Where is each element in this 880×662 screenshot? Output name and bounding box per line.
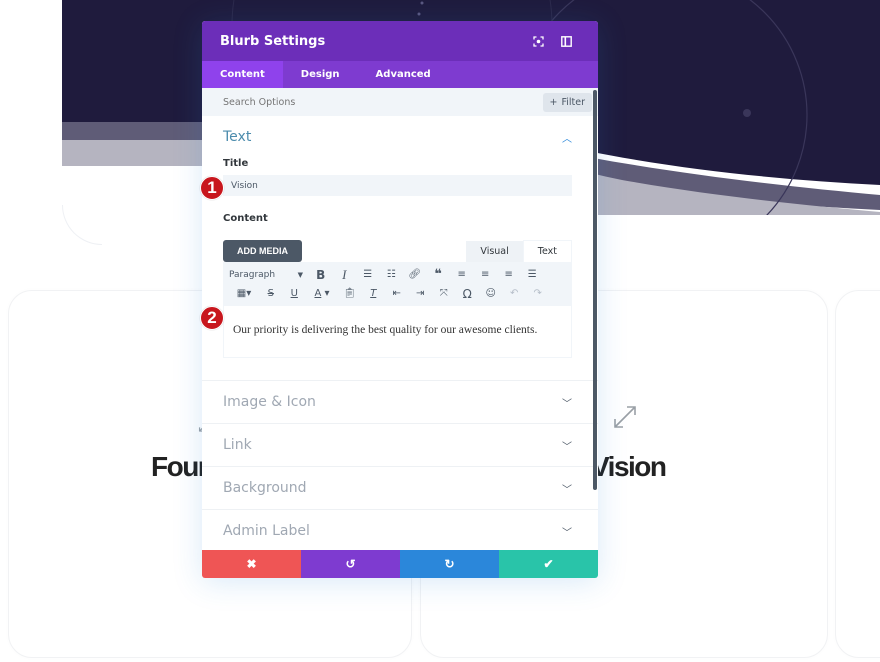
italic-icon[interactable]: I: [333, 267, 357, 283]
chevron-down-icon: ﹀: [562, 441, 572, 453]
settings-tabs: Content Design Advanced: [202, 61, 598, 88]
chevron-down-icon: ﹀: [562, 527, 572, 539]
paste-as-text-icon[interactable]: 📋︎: [338, 288, 362, 299]
toolbar-row-1: Paragraph ▼ B I ☰ ☷ 🔗︎ ❝ ≡ ≡ ≡ ☰: [229, 265, 566, 284]
emoji-icon[interactable]: ☺: [479, 288, 503, 299]
section-toggle[interactable]: Admin Label ﹀: [202, 510, 598, 550]
format-select[interactable]: Paragraph ▼: [229, 270, 309, 280]
section-admin-label[interactable]: Admin Label ﹀: [202, 510, 598, 550]
text-tab[interactable]: Text: [522, 240, 572, 262]
undo-button[interactable]: ↺: [301, 550, 400, 578]
section-image-icon[interactable]: Image & Icon ﹀: [202, 381, 598, 424]
redo-icon[interactable]: ↷: [526, 288, 550, 299]
section-title: Background: [223, 480, 307, 496]
section-toggle[interactable]: Link ﹀: [202, 424, 598, 466]
clear-formatting-icon[interactable]: T: [362, 288, 386, 299]
decorative-arc: [62, 205, 102, 245]
tab-design[interactable]: Design: [283, 61, 358, 88]
text-color-icon[interactable]: A ▾: [306, 288, 338, 299]
section-text: Text ︿ Title Content ADD MEDIA Visual Te…: [202, 116, 598, 381]
close-icon: ✖: [246, 557, 257, 571]
expand-arrows-icon: [614, 406, 636, 428]
format-select-value: Paragraph: [229, 269, 276, 280]
fullscreen-icon[interactable]: ⤧: [432, 288, 456, 299]
section-toggle[interactable]: Image & Icon ﹀: [202, 381, 598, 423]
redo-icon: ↻: [444, 557, 455, 571]
editor-top: ADD MEDIA Visual Text: [202, 234, 598, 262]
cancel-button[interactable]: ✖: [202, 550, 301, 578]
tab-content[interactable]: Content: [202, 61, 283, 88]
step-badge-2: 2: [200, 306, 224, 330]
settings-scrollbar[interactable]: [593, 90, 597, 490]
align-right-icon[interactable]: ≡: [497, 269, 521, 280]
chevron-down-icon: ﹀: [562, 484, 572, 496]
indent-icon[interactable]: ⇤: [385, 288, 409, 299]
numbered-list-icon[interactable]: ☷: [380, 269, 404, 280]
chevron-down-icon: ﹀: [562, 398, 572, 410]
sidebar-toggle-icon[interactable]: [552, 35, 580, 47]
section-title: Admin Label: [223, 523, 310, 539]
toolbar-row-2: ▦▾ S U A ▾ 📋︎ T ⇤ ⇥ ⤧ Ω ☺ ↶ ↷: [229, 284, 566, 303]
strikethrough-icon[interactable]: S: [259, 288, 283, 299]
undo-icon[interactable]: ↶: [503, 288, 527, 299]
filter-label: Filter: [561, 96, 585, 108]
section-title: Link: [223, 437, 252, 453]
plus-icon: +: [549, 96, 558, 108]
search-row: + Filter: [202, 88, 598, 116]
title-label: Title: [223, 158, 249, 169]
bold-icon[interactable]: B: [309, 268, 333, 282]
table-icon[interactable]: ▦▾: [229, 288, 259, 299]
modal-title: Blurb Settings: [220, 33, 326, 49]
section-title: Text: [223, 129, 252, 145]
justify-icon[interactable]: ☰: [521, 269, 545, 280]
section-title: Image & Icon: [223, 394, 316, 410]
add-media-button[interactable]: ADD MEDIA: [223, 240, 302, 262]
editor-toolbar: Paragraph ▼ B I ☰ ☷ 🔗︎ ❝ ≡ ≡ ≡ ☰ ▦▾ S U …: [223, 262, 572, 306]
checkmark-icon: ✔: [543, 557, 554, 571]
settings-body: Text ︿ Title Content ADD MEDIA Visual Te…: [202, 116, 598, 550]
modal-footer: ✖ ↺ ↻ ✔: [202, 550, 598, 578]
align-left-icon[interactable]: ≡: [450, 269, 474, 280]
content-editor[interactable]: Our priority is delivering the best qual…: [223, 306, 572, 358]
hero-band-dark: [62, 122, 202, 140]
modal-header[interactable]: Blurb Settings: [202, 21, 598, 61]
filter-button[interactable]: + Filter: [542, 92, 592, 112]
tab-advanced[interactable]: Advanced: [358, 61, 449, 88]
undo-icon: ↺: [345, 557, 356, 571]
caret-down-icon: ▼: [297, 270, 303, 279]
title-input[interactable]: [223, 175, 572, 196]
save-button[interactable]: ✔: [499, 550, 598, 578]
outdent-icon[interactable]: ⇥: [409, 288, 433, 299]
expand-screen-icon[interactable]: [524, 35, 552, 47]
visual-tab[interactable]: Visual: [466, 241, 523, 262]
link-icon[interactable]: 🔗︎: [403, 269, 427, 280]
section-link[interactable]: Link ﹀: [202, 424, 598, 467]
underline-icon[interactable]: U: [283, 288, 307, 299]
step-badge-1: 1: [200, 176, 224, 200]
chevron-up-icon: ︿: [562, 133, 572, 145]
redo-button[interactable]: ↻: [400, 550, 499, 578]
card-title: Four: [151, 451, 209, 482]
section-toggle-text[interactable]: Text ︿: [202, 116, 598, 158]
section-toggle[interactable]: Background ﹀: [202, 467, 598, 509]
search-options-input[interactable]: [223, 96, 543, 108]
special-character-icon[interactable]: Ω: [456, 287, 480, 301]
blockquote-icon[interactable]: ❝: [427, 267, 451, 282]
blurb-settings-modal: Blurb Settings Content Design Advanced +…: [202, 21, 598, 578]
content-label: Content: [223, 213, 268, 224]
blurb-card[interactable]: [835, 290, 880, 658]
align-center-icon[interactable]: ≡: [474, 269, 498, 280]
card-title: Vision: [591, 451, 667, 482]
bullet-list-icon[interactable]: ☰: [356, 269, 380, 280]
page: ↙ Four Vision Blurb Settings Content Des…: [0, 0, 880, 662]
section-background[interactable]: Background ﹀: [202, 467, 598, 510]
